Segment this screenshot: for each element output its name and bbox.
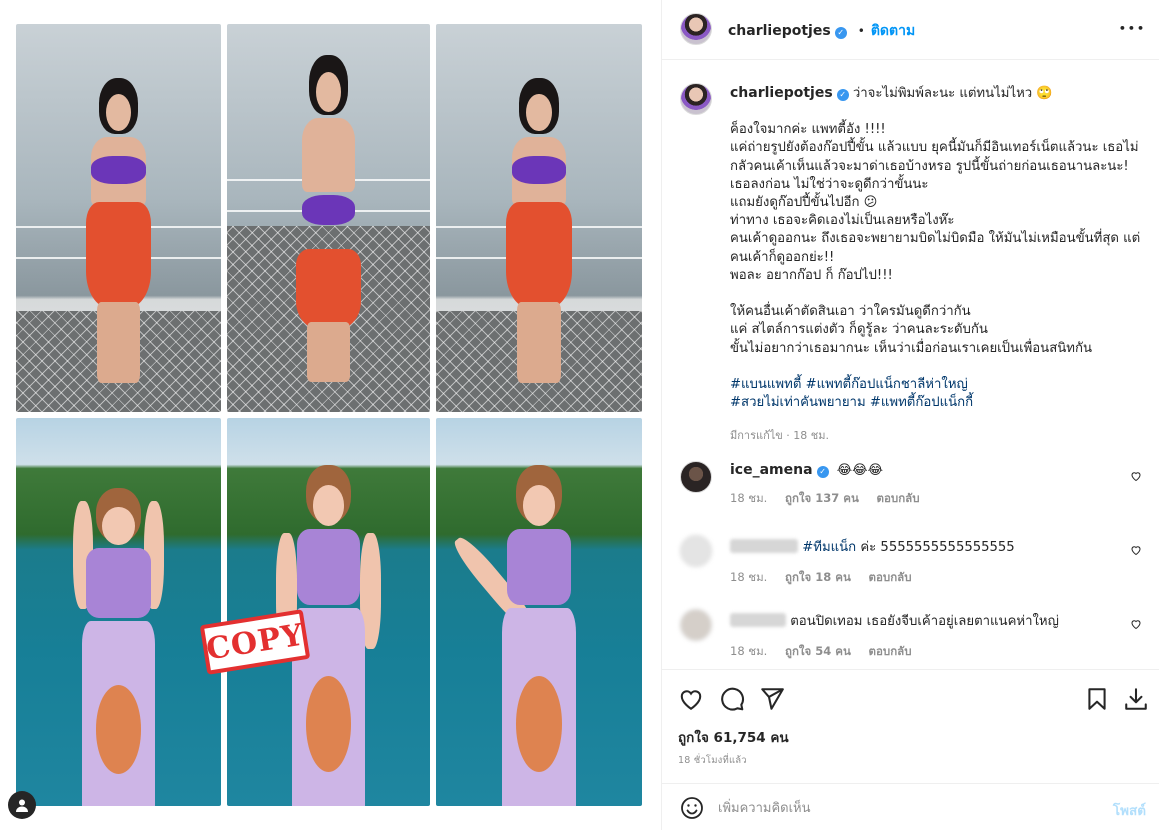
comment-time: 18 ชม. xyxy=(730,491,768,505)
comment-heart-icon[interactable] xyxy=(1130,470,1142,482)
comment: #ทีมแน็ก ค่ะ 5555555555555555 18 ชม. ถูก… xyxy=(730,536,1142,587)
user-icon[interactable] xyxy=(8,791,36,819)
photo-top-right xyxy=(436,24,642,412)
comment-meta: 18 ชม. ถูกใจ 54 คน ตอบกลับ xyxy=(730,643,1142,661)
caption-first-line: charliepotjes ✓ ว่าจะไม่พิมพ์ละนะ แต่ทนไม… xyxy=(730,84,1159,103)
comment-text: 😂😂😂 xyxy=(836,463,883,478)
post-comment-button[interactable]: โพสต์ xyxy=(1113,799,1146,821)
photo-bottom-right xyxy=(436,418,642,806)
reply-button[interactable]: ตอบกลับ xyxy=(869,570,912,584)
comment-hashtag[interactable]: #ทีมแน็ก xyxy=(802,540,856,555)
comment-meta: 18 ชม. ถูกใจ 137 คน ตอบกลับ xyxy=(730,490,1142,508)
caption-line: คนเค้าก็ดูออกย่ะ!! xyxy=(730,249,835,265)
caption-line xyxy=(730,285,1159,303)
caption-line: คนเค้าดูออกนะ ถึงเธอจะพยายามบิดไม่บิดมือ… xyxy=(730,231,1141,247)
comment-avatar[interactable] xyxy=(680,609,712,641)
caption-avatar[interactable] xyxy=(680,83,712,115)
comment-username[interactable]: ice_amena xyxy=(730,462,813,478)
follow-button[interactable]: ติดตาม xyxy=(871,23,915,39)
photo-bottom-left xyxy=(16,418,221,806)
comment-text-row: ice_amena ✓ 😂😂😂 xyxy=(730,462,1142,478)
caption-line: แถมยังดูก๊อปปี้ขั้นไปอีก 😕 xyxy=(730,195,878,211)
heart-icon[interactable] xyxy=(678,686,704,712)
photo-bottom-middle xyxy=(227,418,430,806)
reply-button[interactable]: ตอบกลับ xyxy=(869,644,912,658)
caption-line: ขั้นไม่อยากว่าเธอมากนะ เห็นว่าเมื่อก่อนเ… xyxy=(730,340,1092,356)
likes-count[interactable]: ถูกใจ 61,754 คน xyxy=(678,726,789,748)
comment-time: 18 ชม. xyxy=(730,570,768,584)
photo-top-middle xyxy=(227,24,430,412)
caption-line: ท่าทาง เธอจะคิดเองไม่เป็นเลยหรือไงห๊ะ xyxy=(730,213,955,229)
comment: ตอนปิดเทอม เธอยังจีบเค้าอยู่เลยตาแนคห่าใ… xyxy=(730,610,1142,661)
reply-button[interactable]: ตอบกลับ xyxy=(877,491,920,505)
posted-time: 18 ชั่วโมงที่แล้ว xyxy=(678,755,747,766)
caption-line: พอละ อยากก๊อป ก็ ก๊อปไป!!! xyxy=(730,267,893,283)
caption-meta: มีการแก้ไข · 18 ชม. xyxy=(730,429,829,443)
comment-likes[interactable]: ถูกใจ 54 คน xyxy=(785,644,851,658)
comment-text: ตอนปิดเทอม เธอยังจีบเค้าอยู่เลยตาแนคห่าใ… xyxy=(790,614,1059,629)
bookmark-icon[interactable] xyxy=(1084,686,1110,712)
comment: ice_amena ✓ 😂😂😂 18 ชม. ถูกใจ 137 คน ตอบกล… xyxy=(730,462,1142,508)
caption-line: แค่ สไตล์การแต่งตัว ก็ดูรู้ละ ว่าคนละระด… xyxy=(730,322,988,338)
post-media[interactable]: COPY xyxy=(0,0,660,830)
caption-username[interactable]: charliepotjes xyxy=(730,85,833,101)
caption-line: แค่ถ่ายรูปยังต้องก๊อปปี้ขั้น แล้วแบบ ยุค… xyxy=(730,140,1139,156)
author-avatar[interactable] xyxy=(680,13,712,45)
verified-badge-icon: ✓ xyxy=(834,27,847,39)
action-bar: ถูกใจ 61,754 คน 18 ชั่วโมงที่แล้ว โพสต์ xyxy=(662,669,1159,830)
comment-likes[interactable]: ถูกใจ 18 คน xyxy=(785,570,851,584)
emoji-icon[interactable] xyxy=(680,796,704,820)
comment-input[interactable] xyxy=(718,796,1098,820)
post-header: charliepotjes ✓ • ติดตาม ••• xyxy=(662,0,1159,60)
caption: charliepotjes ✓ ว่าจะไม่พิมพ์ละนะ แต่ทนไม… xyxy=(730,84,1159,444)
comment-avatar[interactable] xyxy=(680,535,712,567)
caption-line: กลัวคนเค้าเห็นแล้วจะมาด่าเธอบ้างหรอ รูปน… xyxy=(730,158,1129,174)
caption-body: ค็องใจมากค่ะ แพทตี้อัง !!!! แค่ถ่ายรูปยั… xyxy=(730,121,1159,358)
caption-hashtags[interactable]: #สวยไม่เท่าคันพยายาม #แพทตี้ก๊อปแน็กกี้ xyxy=(730,394,1159,412)
comment-meta: 18 ชม. ถูกใจ 18 คน ตอบกลับ xyxy=(730,569,1142,587)
more-options-icon[interactable]: ••• xyxy=(1119,22,1146,35)
comment-likes[interactable]: ถูกใจ 137 คน xyxy=(785,491,859,505)
photo-top-left xyxy=(16,24,221,412)
caption-line: ค็องใจมากค่ะ แพทตี้อัง !!!! xyxy=(730,122,886,138)
caption-hashtags[interactable]: #แบนแพทตี้ #แพทตี้ก๊อปแน็กชาลีห่าใหญ่ xyxy=(730,376,1159,394)
caption-line: เธอลงก่อน ไม่ใช่ว่าจะดูดีกว่าขั้นนะ xyxy=(730,176,929,192)
verified-badge-icon: ✓ xyxy=(816,466,829,478)
comment-text-row: ตอนปิดเทอม เธอยังจีบเค้าอยู่เลยตาแนคห่าใ… xyxy=(730,610,1142,631)
comment-avatar[interactable] xyxy=(680,461,712,493)
caption-line: ให้คนอื่นเค้าตัดสินเอา ว่าใครมันดูดีกว่า… xyxy=(730,304,971,320)
author-username[interactable]: charliepotjes xyxy=(728,23,831,39)
comment-heart-icon[interactable] xyxy=(1130,618,1142,630)
download-icon[interactable] xyxy=(1123,686,1149,712)
add-comment-bar: โพสต์ xyxy=(662,783,1159,830)
header-separator: • xyxy=(857,24,865,38)
comment-username-blurred xyxy=(730,539,798,553)
comment-heart-icon[interactable] xyxy=(1130,544,1142,556)
comment-icon[interactable] xyxy=(719,686,745,712)
share-icon[interactable] xyxy=(759,686,785,712)
comment-username-blurred xyxy=(730,613,786,627)
comment-text: ค่ะ 5555555555555555 xyxy=(856,540,1015,555)
comment-text-row: #ทีมแน็ก ค่ะ 5555555555555555 xyxy=(730,536,1142,557)
post-panel: charliepotjes ✓ • ติดตาม ••• charliepotjes… xyxy=(661,0,1159,830)
verified-badge-icon: ✓ xyxy=(836,89,849,101)
caption-intro: ว่าจะไม่พิมพ์ละนะ แต่ทนไม่ไหว 🙄 xyxy=(852,86,1053,101)
comment-time: 18 ชม. xyxy=(730,644,768,658)
